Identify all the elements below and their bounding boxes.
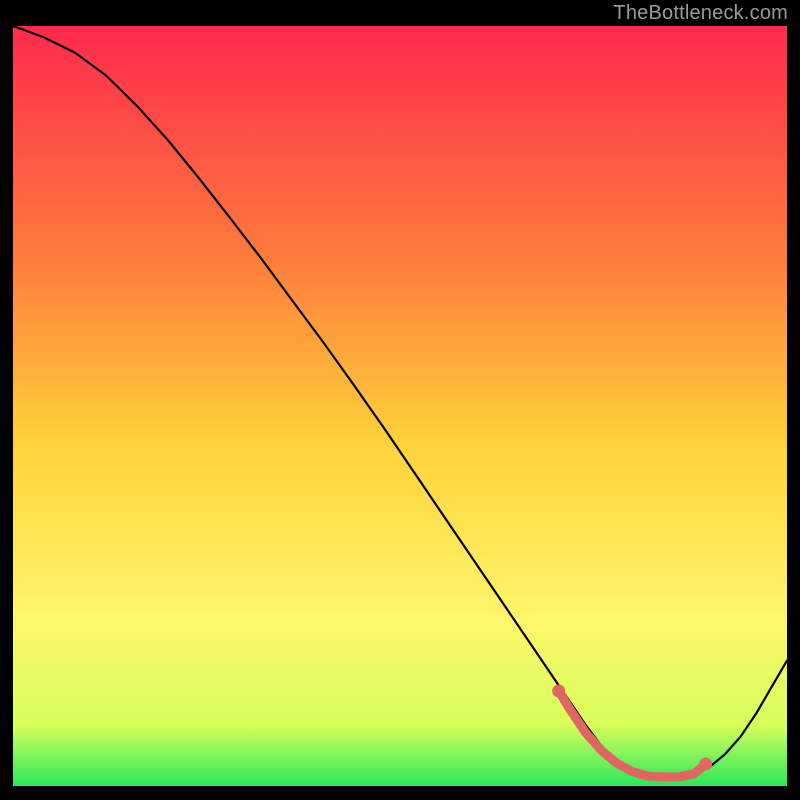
- marker-dot: [612, 759, 621, 768]
- gradient-bg: [13, 26, 787, 786]
- watermark-text: TheBottleneck.com: [613, 2, 788, 25]
- marker-dot: [699, 758, 712, 771]
- marker-dot: [597, 746, 606, 755]
- marker-dot: [581, 728, 590, 737]
- plot-svg: [13, 26, 787, 786]
- chart-frame: TheBottleneck.com: [0, 0, 800, 800]
- plot-area: [13, 26, 787, 786]
- marker-dot: [690, 769, 699, 778]
- marker-dot: [674, 772, 683, 781]
- marker-dot: [552, 685, 565, 698]
- marker-dot: [643, 772, 652, 781]
- marker-dot: [628, 767, 637, 776]
- marker-dot: [566, 706, 575, 715]
- marker-dot: [659, 772, 668, 781]
